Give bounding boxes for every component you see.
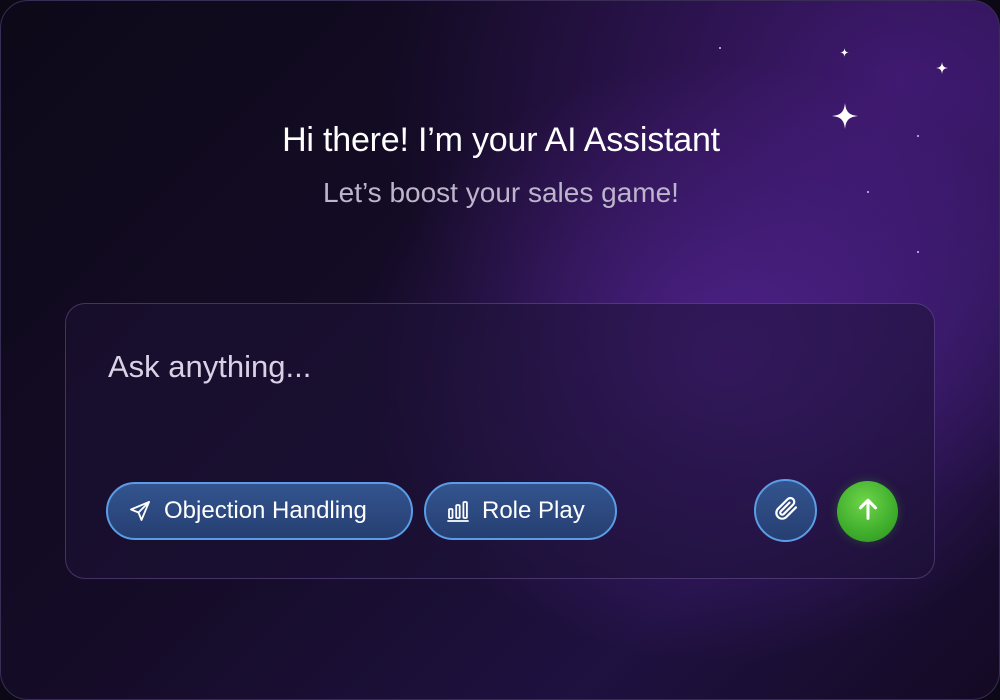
star-dot — [917, 251, 919, 253]
page-subtitle: Let’s boost your sales game! — [323, 177, 679, 208]
star-dot — [719, 47, 721, 49]
send-plane-icon — [128, 499, 152, 523]
send-button[interactable] — [837, 481, 898, 542]
attach-button[interactable] — [754, 479, 817, 542]
assistant-panel: Hi there! I’m your AI Assistant Let’s bo… — [0, 0, 1000, 700]
page-title: Hi there! I’m your AI Assistant — [282, 121, 720, 159]
arrow-up-icon — [854, 495, 882, 528]
role-play-chip[interactable]: Role Play — [424, 482, 617, 540]
objection-handling-chip[interactable]: Objection Handling — [106, 482, 413, 540]
paperclip-icon — [772, 494, 800, 527]
chip-label: Objection Handling — [164, 497, 367, 524]
prompt-input[interactable] — [106, 348, 810, 386]
sparkle-icon — [840, 45, 849, 61]
bar-chart-icon — [446, 499, 470, 523]
chip-label: Role Play — [482, 497, 585, 524]
chat-composer: Objection Handling Role Play — [65, 303, 935, 579]
sparkle-icon — [936, 62, 948, 78]
